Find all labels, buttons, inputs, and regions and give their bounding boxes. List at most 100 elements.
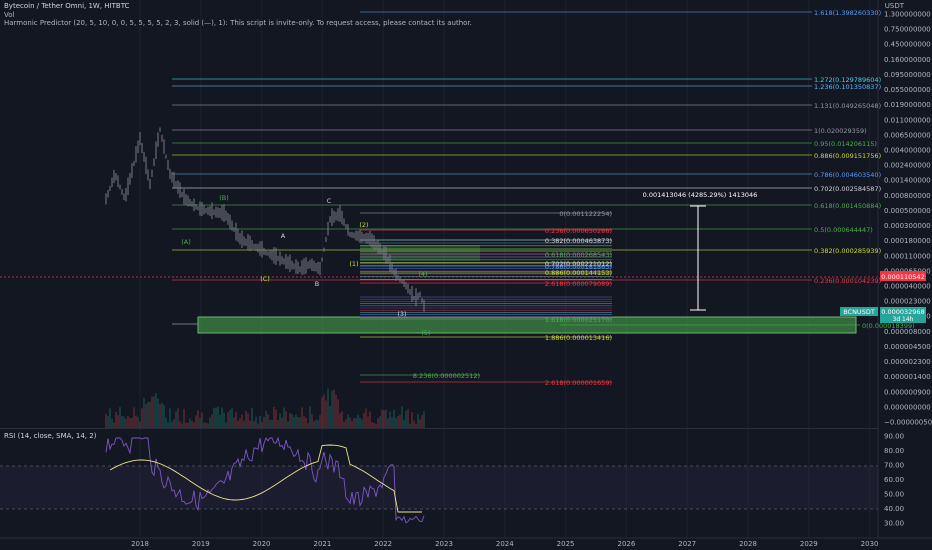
time-tick-label: 2019 (192, 540, 210, 548)
price-tick-label: 0.000000900 (884, 388, 931, 396)
rsi-tick-label: 90.00 (884, 433, 904, 441)
volume-bar (275, 409, 277, 428)
volume-bar (227, 412, 229, 428)
volume-bar (241, 414, 243, 428)
fib-level-label: 0.786(0.004603540) (814, 171, 881, 179)
volume-bar (319, 415, 321, 428)
volume-bar (301, 407, 303, 428)
time-tick-label: 2025 (557, 540, 575, 548)
volume-bar (179, 420, 181, 428)
volume-bar (247, 413, 249, 428)
volume-bar (231, 408, 233, 428)
volume-bar (245, 410, 247, 428)
rsi-tick-label: 50.00 (884, 491, 904, 499)
volume-bar (239, 418, 241, 428)
volume-bar (251, 407, 253, 428)
volume-bar (175, 411, 177, 428)
price-chart[interactable]: 1.300000000 0.750000000 0.450000000 0.16000… (0, 0, 932, 550)
red-level-text: 0.000110542 (881, 273, 924, 281)
volume-bar (233, 417, 235, 428)
volume-bar (201, 412, 203, 428)
volume-bar (359, 417, 361, 428)
volume-bar (265, 410, 267, 428)
price-tick-label: 0.000500000 (884, 207, 931, 215)
time-tick-label: 2018 (131, 540, 149, 548)
volume-bar (349, 417, 351, 428)
volume-bar (189, 418, 191, 428)
volume-bar (215, 407, 217, 428)
fib-level-label: 2.618(0.000079089) (545, 280, 612, 288)
price-tick-label: 0.450000000 (884, 41, 931, 49)
volume-bar (253, 421, 255, 428)
volume-bar (111, 418, 113, 428)
volume-bar (191, 421, 193, 428)
volume-bar (295, 414, 297, 428)
volume-bar (153, 396, 155, 428)
price-tick-label: 0.001400000 (884, 177, 931, 185)
wave-label: B (315, 280, 319, 288)
fib-level-label: 1.618(0.000025170) (545, 316, 612, 324)
pane-divider[interactable] (0, 428, 878, 429)
volume-bar (163, 405, 165, 428)
volume-bar (293, 416, 295, 428)
volume-bar (387, 418, 389, 428)
volume-bar (165, 417, 167, 428)
volume-bar (263, 416, 265, 428)
volume-bar (379, 416, 381, 428)
fib-level-label: 0.382(0.000463873) (545, 237, 612, 245)
volume-bar (291, 413, 293, 428)
fib-level-label: 1.236(0.101350837) (814, 83, 881, 91)
wave-label: (2) (359, 221, 368, 229)
price-tick-label: 0.000110000 (884, 252, 931, 260)
volume-bar (385, 409, 387, 428)
fib-level-label: 2.618(0.000001659) (545, 379, 612, 387)
volume-bar (317, 420, 319, 428)
symbol-legend[interactable]: Bytecoin / Tether Omni, 1W, HITBTC (4, 2, 129, 11)
volume-bar (377, 418, 379, 428)
volume-bar (353, 418, 355, 428)
wave-label: A (281, 232, 286, 240)
volume-bar (219, 415, 221, 428)
volume-bar (383, 410, 385, 428)
volume-bar (183, 408, 185, 428)
volume-bar (329, 405, 331, 428)
volume-bar (357, 414, 359, 428)
volume-bar (123, 416, 125, 428)
volume-bar (303, 416, 305, 428)
volume-bar (297, 417, 299, 428)
volume-bar (417, 413, 419, 428)
volume-bar (147, 402, 149, 428)
price-tick-label: 0.000002300 (884, 358, 931, 366)
volume-bar (399, 414, 401, 428)
chart-root[interactable]: 1.300000000 0.750000000 0.450000000 0.16000… (0, 0, 932, 550)
rsi-band (0, 466, 878, 509)
volume-bar (391, 417, 393, 428)
price-tick-label: 0.750000000 (884, 26, 931, 34)
wave-label: (1) (349, 260, 358, 268)
volume-bar (229, 409, 231, 428)
wave-label: (B) (219, 194, 229, 202)
time-tick-label: 2027 (678, 540, 696, 548)
indicator-legend[interactable]: Harmonic Predictor (20, 5, 10, 0, 0, 5, … (4, 19, 472, 28)
wave-label: (4) (418, 270, 427, 278)
volume-bar (423, 411, 425, 428)
fib-level-label: 1(0.020029359) (814, 127, 867, 135)
volume-bar (335, 394, 337, 428)
time-tick-label: 2028 (739, 540, 757, 548)
volume-bar (195, 415, 197, 428)
volume-bar (269, 419, 271, 428)
rsi-legend[interactable]: RSI (14, close, SMA, 14, 2) (4, 432, 96, 441)
volume-bar (127, 415, 129, 428)
volume-bar (235, 412, 237, 428)
volume-bar (117, 415, 119, 428)
fib-level-label: 0.618(0.000268543) (545, 251, 612, 259)
volume-bar (259, 415, 261, 428)
price-tick-label: 0.019000000 (884, 101, 931, 109)
volume-bar (157, 398, 159, 428)
rsi-tick-label: 80.00 (884, 447, 904, 455)
countdown-text: 3d 14h (893, 316, 914, 323)
volume-bar (119, 407, 121, 428)
time-tick-label: 2022 (374, 540, 392, 548)
volume-bar (361, 419, 363, 428)
volume-bar (397, 415, 399, 428)
